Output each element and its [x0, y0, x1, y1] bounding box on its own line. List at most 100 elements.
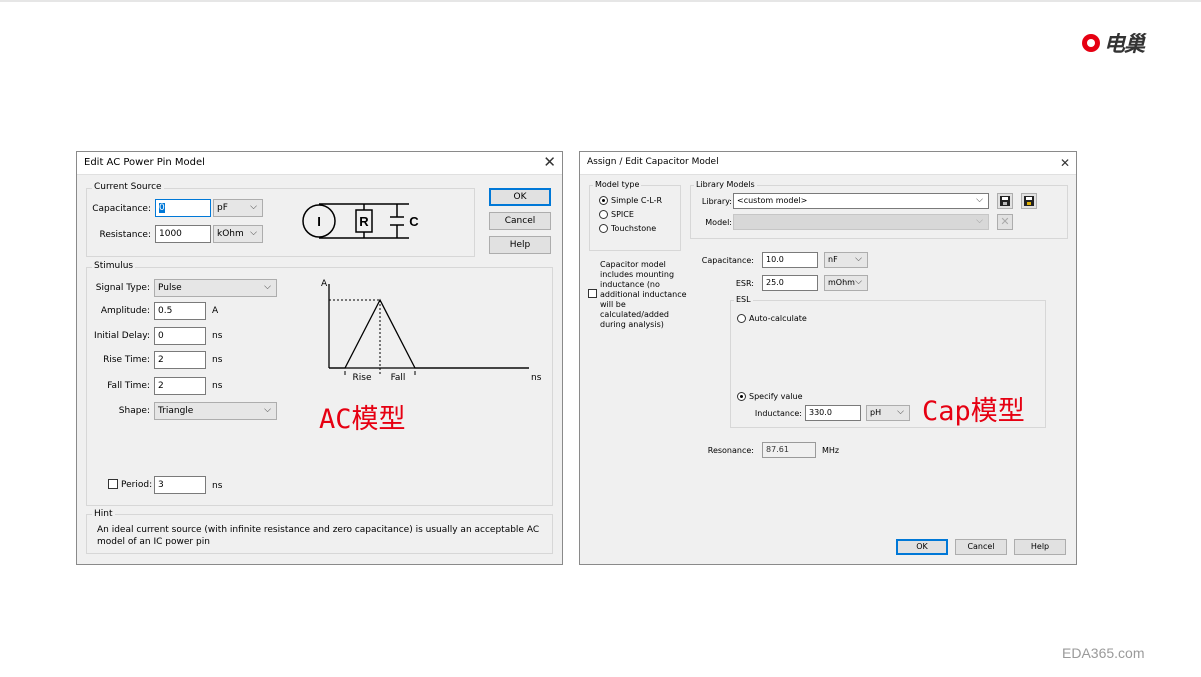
- inductance-value: 330.0: [809, 408, 832, 417]
- period-unit: ns: [212, 481, 223, 491]
- close-icon[interactable]: ✕: [543, 153, 556, 171]
- signal-type-select[interactable]: Pulse ⌵: [154, 279, 277, 297]
- resistance-input[interactable]: 1000: [155, 225, 211, 243]
- model-select[interactable]: ⌵: [733, 214, 989, 230]
- radio-specify-value-label: Specify value: [749, 392, 803, 401]
- esr-label: ESR:: [735, 279, 754, 288]
- period-label: Period:: [121, 480, 153, 490]
- waveform-y-label: A: [321, 279, 328, 289]
- cap-help-button[interactable]: Help: [1014, 539, 1066, 555]
- radio-spice-label: SPICE: [611, 210, 634, 219]
- model-label: Model:: [705, 218, 732, 227]
- chevron-down-icon: ⌵: [264, 282, 271, 292]
- save-as-library-icon[interactable]: [1021, 193, 1037, 209]
- resistance-value: 1000: [159, 229, 182, 239]
- brand-mark-icon: [1082, 34, 1100, 52]
- waveform-fall-label: Fall: [391, 373, 406, 383]
- radio-touchstone-label: Touchstone: [611, 224, 657, 233]
- inductance-unit-select[interactable]: pH ⌵: [866, 405, 910, 421]
- mounting-text-line6: calculated/added: [600, 310, 670, 319]
- ac-dialog-title: Edit AC Power Pin Model: [84, 157, 205, 168]
- initial-delay-label: Initial Delay:: [94, 331, 150, 341]
- amplitude-unit: A: [212, 306, 219, 316]
- pulse-waveform-diagram: A Rise Fall ns: [321, 279, 542, 383]
- amplitude-value: 0.5: [158, 306, 173, 316]
- resonance-unit: MHz: [822, 446, 840, 455]
- initial-delay-input[interactable]: 0: [154, 327, 206, 345]
- cap-ok-button[interactable]: OK: [896, 539, 948, 555]
- hint-text-line1: An ideal current source (with infinite r…: [97, 525, 540, 535]
- cancel-button[interactable]: Cancel: [489, 212, 551, 230]
- cap-capacitance-unit-select[interactable]: nF ⌵: [824, 252, 868, 268]
- amplitude-label: Amplitude:: [100, 306, 150, 316]
- mounting-inductance-checkbox[interactable]: [588, 289, 597, 298]
- capacitance-unit-select[interactable]: pF ⌵: [213, 199, 263, 217]
- ac-power-pin-dialog: Edit AC Power Pin Model ✕ Current Source…: [76, 151, 563, 565]
- chevron-down-icon: ⌵: [855, 277, 862, 287]
- shape-label: Shape:: [118, 406, 150, 416]
- radio-simple-clr[interactable]: [599, 196, 608, 205]
- esr-unit-value: mOhm: [828, 278, 855, 287]
- capacitance-value: 0: [159, 203, 165, 213]
- resonance-input: 87.61: [762, 442, 816, 458]
- shape-value: Triangle: [158, 406, 194, 416]
- chevron-down-icon: ⌵: [250, 228, 257, 238]
- inductance-unit-value: pH: [870, 408, 882, 417]
- mounting-text-line3: inductance (no: [600, 280, 660, 289]
- shape-select[interactable]: Triangle ⌵: [154, 402, 277, 420]
- inductance-label: Inductance:: [754, 409, 802, 418]
- circuit-c-label: C: [409, 214, 419, 229]
- hint-label: Hint: [92, 509, 115, 519]
- signal-type-label: Signal Type:: [95, 283, 150, 293]
- close-icon[interactable]: ✕: [1060, 156, 1070, 170]
- fall-time-unit: ns: [212, 381, 223, 391]
- cap-capacitance-input[interactable]: 10.0: [762, 252, 818, 268]
- period-value: 3: [158, 480, 164, 490]
- library-select[interactable]: <custom model> ⌵: [733, 193, 989, 209]
- fall-time-input[interactable]: 2: [154, 377, 206, 395]
- cap-cancel-button[interactable]: Cancel: [955, 539, 1007, 555]
- resistance-unit-select[interactable]: kOhm ⌵: [213, 225, 263, 243]
- circuit-diagram: I R C: [302, 203, 419, 239]
- mounting-text-line5: will be: [600, 300, 626, 309]
- esr-input[interactable]: 25.0: [762, 275, 818, 291]
- radio-auto-calculate[interactable]: [737, 314, 746, 323]
- cap-dialog-titlebar: Assign / Edit Capacitor Model ✕: [580, 152, 1076, 175]
- capacitance-unit-value: pF: [217, 203, 228, 213]
- resistance-unit-value: kOhm: [217, 229, 244, 239]
- stimulus-label: Stimulus: [92, 261, 136, 271]
- radio-touchstone[interactable]: [599, 224, 608, 233]
- top-divider: [0, 0, 1201, 2]
- model-type-label: Model type: [593, 180, 642, 189]
- capacitance-input[interactable]: 0: [155, 199, 211, 217]
- chevron-down-icon: ⌵: [897, 407, 904, 417]
- library-label: Library:: [701, 197, 732, 206]
- ok-button[interactable]: OK: [489, 188, 551, 206]
- brand-logo: 电巢: [1082, 30, 1145, 56]
- period-checkbox[interactable]: [108, 479, 118, 489]
- amplitude-input[interactable]: 0.5: [154, 302, 206, 320]
- initial-delay-unit: ns: [212, 331, 223, 341]
- resistance-label: Resistance:: [99, 230, 151, 240]
- rise-time-input[interactable]: 2: [154, 351, 206, 369]
- inductance-input[interactable]: 330.0: [805, 405, 861, 421]
- cap-capacitance-label: Capacitance:: [701, 256, 754, 265]
- library-value: <custom model>: [737, 196, 808, 205]
- current-source-label: Current Source: [92, 182, 164, 192]
- period-input[interactable]: 3: [154, 476, 206, 494]
- hint-text-line2: model of an IC power pin: [97, 537, 210, 547]
- save-library-icon[interactable]: [997, 193, 1013, 209]
- rise-time-value: 2: [158, 355, 164, 365]
- delete-model-icon[interactable]: ✕: [997, 214, 1013, 230]
- fall-time-value: 2: [158, 381, 164, 391]
- mounting-text-line4: additional inductance: [600, 290, 687, 299]
- help-button[interactable]: Help: [489, 236, 551, 254]
- esr-unit-select[interactable]: mOhm ⌵: [824, 275, 868, 291]
- ac-dialog-titlebar: Edit AC Power Pin Model ✕: [77, 152, 562, 175]
- cap-capacitance-unit-value: nF: [828, 255, 838, 264]
- mounting-text-line2: includes mounting: [600, 270, 675, 279]
- mounting-text-line1: Capacitor model: [600, 260, 666, 269]
- radio-spice[interactable]: [599, 210, 608, 219]
- rise-time-label: Rise Time:: [103, 355, 150, 365]
- radio-specify-value[interactable]: [737, 392, 746, 401]
